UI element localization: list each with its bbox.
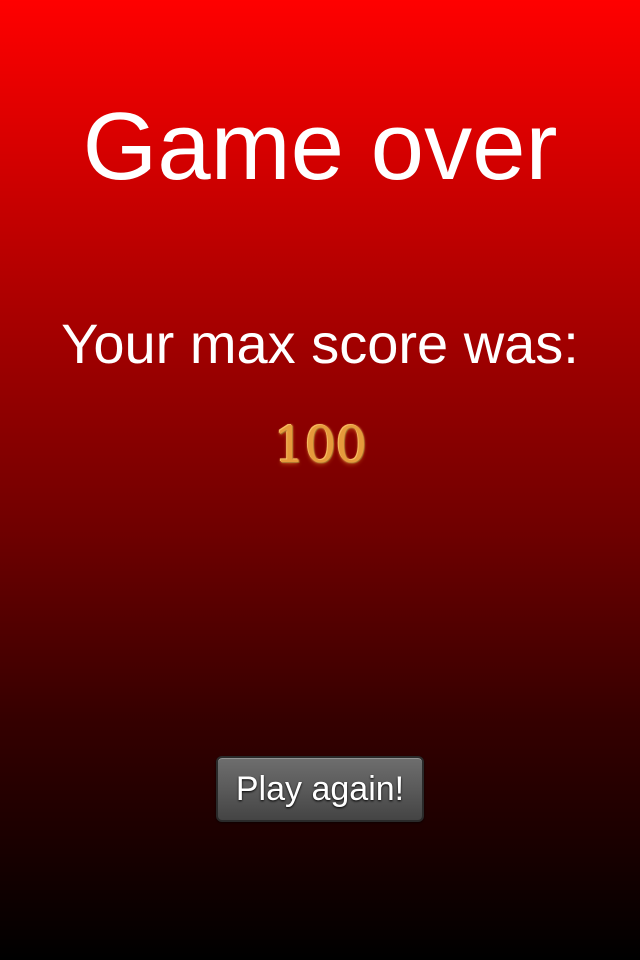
max-score-label: Your max score was: xyxy=(61,312,579,375)
game-over-screen: Game over Your max score was: 100 Play a… xyxy=(0,0,640,960)
play-again-button[interactable]: Play again! xyxy=(216,756,424,822)
max-score-value: 100 xyxy=(273,416,367,474)
game-over-title: Game over xyxy=(82,93,558,200)
